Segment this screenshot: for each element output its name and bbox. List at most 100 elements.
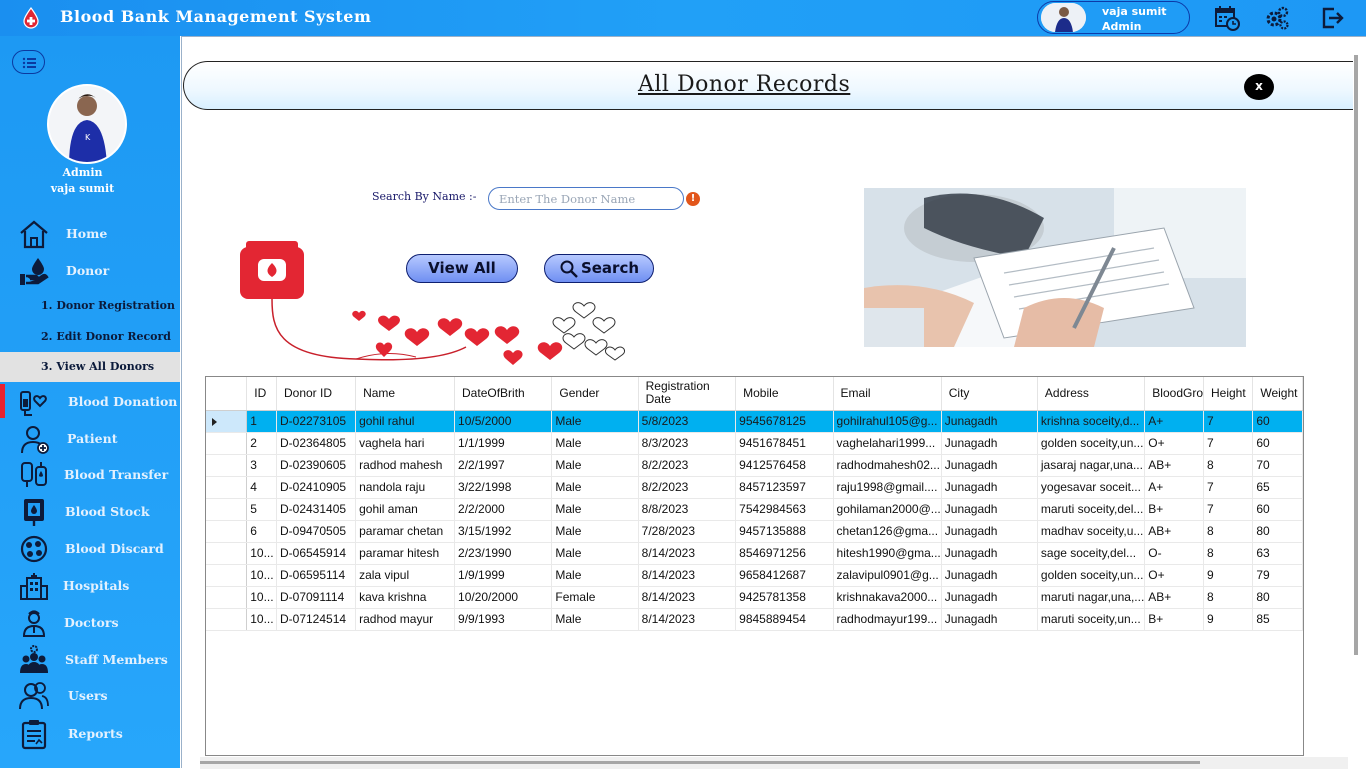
table-cell[interactable]: Junagadh [941,410,1038,433]
column-header[interactable]: Donor ID [276,377,357,411]
donor-name-search-input[interactable] [488,187,684,210]
table-row[interactable]: 10... D-06595114 zala vipul 1/9/1999 Male 8/1… [206,564,1303,587]
row-header[interactable] [206,608,248,631]
table-cell[interactable]: 9 [1203,608,1254,631]
donor-records-grid[interactable]: ID Donor ID Name DateOfBrith Gender Regi… [205,376,1304,756]
close-button[interactable]: x [1244,74,1274,100]
table-cell[interactable]: 65 [1252,476,1303,499]
table-cell[interactable]: 8/3/2023 [638,432,737,455]
table-cell[interactable]: 5/8/2023 [638,410,737,433]
table-cell[interactable]: 2/2/2000 [454,498,553,521]
sidebar-item-patient[interactable]: Patient [0,421,180,457]
table-cell[interactable]: D-02273105 [276,410,357,433]
table-row[interactable]: 2 D-02364805 vaghela hari 1/1/1999 Male 8/3/2… [206,432,1303,455]
logout-icon[interactable] [1320,5,1346,31]
table-cell[interactable]: D-06595114 [276,564,357,587]
table-cell[interactable]: Junagadh [941,608,1038,631]
table-cell[interactable]: nandola raju [355,476,456,499]
table-cell[interactable]: 80 [1252,586,1303,609]
table-cell[interactable]: 8/8/2023 [638,498,737,521]
table-cell[interactable]: Male [551,520,639,543]
row-header[interactable] [206,410,248,433]
table-cell[interactable]: Male [551,542,639,565]
table-cell[interactable]: Junagadh [941,432,1038,455]
settings-gears-icon[interactable] [1264,5,1290,31]
table-cell[interactable]: maruti nagar,una,... [1037,586,1146,609]
table-row[interactable]: 1 D-02273105 gohil rahul 10/5/2000 Male 5/8/2… [206,410,1303,433]
sidebar-item-donor[interactable]: Donor [0,253,180,289]
table-cell[interactable]: D-02431405 [276,498,357,521]
table-cell[interactable]: kava krishna [355,586,456,609]
table-cell[interactable]: 8 [1203,586,1254,609]
sidebar-item-reports[interactable]: Reports [0,716,180,752]
table-cell[interactable]: radhodmahesh02... [833,454,942,477]
table-cell[interactable]: 1 [246,410,277,433]
table-cell[interactable]: 2/23/1990 [454,542,553,565]
table-cell[interactable]: Junagadh [941,564,1038,587]
table-cell[interactable]: 9457135888 [735,520,834,543]
column-header[interactable]: DateOfBrith [454,377,553,411]
row-header[interactable] [206,520,248,543]
table-cell[interactable]: 8/2/2023 [638,476,737,499]
sidebar-item-blood-stock[interactable]: Blood Stock [0,494,180,530]
table-row[interactable]: 10... D-06545914 paramar hitesh 2/23/1990 Ma… [206,542,1303,565]
table-cell[interactable]: Junagadh [941,542,1038,565]
table-cell[interactable]: O+ [1144,432,1204,455]
table-cell[interactable]: 9845889454 [735,608,834,631]
table-cell[interactable]: 9658412687 [735,564,834,587]
table-cell[interactable]: 9451678451 [735,432,834,455]
table-cell[interactable]: 10... [246,564,277,587]
table-cell[interactable]: A+ [1144,410,1204,433]
table-cell[interactable]: 10... [246,586,277,609]
table-cell[interactable]: Male [551,410,639,433]
column-header[interactable]: Height [1203,377,1254,411]
sidebar-subitem-view-all-donors[interactable]: 3. View All Donors [0,352,180,382]
table-cell[interactable]: B+ [1144,498,1204,521]
column-header[interactable]: Gender [551,377,639,411]
table-cell[interactable]: radhod mahesh [355,454,456,477]
sidebar-item-blood-discard[interactable]: Blood Discard [0,531,180,567]
table-cell[interactable]: zala vipul [355,564,456,587]
table-cell[interactable]: golden soceity,un... [1037,564,1146,587]
table-cell[interactable]: 7 [1203,476,1254,499]
table-row[interactable]: 6 D-09470505 paramar chetan 3/15/1992 Male 7/… [206,520,1303,543]
table-cell[interactable]: 9412576458 [735,454,834,477]
table-cell[interactable]: Male [551,498,639,521]
table-row[interactable]: 10... D-07091114 kava krishna 10/20/2000 Fem… [206,586,1303,609]
table-cell[interactable]: AB+ [1144,454,1204,477]
table-cell[interactable]: 2 [246,432,277,455]
table-cell[interactable]: 9/9/1993 [454,608,553,631]
table-cell[interactable]: 7542984563 [735,498,834,521]
table-cell[interactable]: 3 [246,454,277,477]
table-cell[interactable]: O- [1144,542,1204,565]
table-cell[interactable]: D-06545914 [276,542,357,565]
table-cell[interactable]: 10... [246,608,277,631]
user-profile-pill[interactable]: vaja sumit Admin [1037,1,1190,34]
table-cell[interactable]: 7/28/2023 [638,520,737,543]
table-cell[interactable]: 10/20/2000 [454,586,553,609]
table-cell[interactable]: 1/1/1999 [454,432,553,455]
sidebar-item-staff-members[interactable]: Staff Members [0,642,180,678]
sidebar-item-blood-donation[interactable]: Blood Donation [0,384,180,420]
sidebar-subitem-donor-registration[interactable]: 1. Donor Registration [0,291,180,321]
table-cell[interactable]: gohilrahul105@g... [833,410,942,433]
table-cell[interactable]: 8 [1203,542,1254,565]
row-header[interactable] [206,476,248,499]
calendar-clock-icon[interactable] [1214,5,1240,31]
table-cell[interactable]: 7 [1203,498,1254,521]
table-cell[interactable]: krishnakava2000... [833,586,942,609]
table-cell[interactable]: zalavipul0901@g... [833,564,942,587]
table-cell[interactable]: 3/15/1992 [454,520,553,543]
table-cell[interactable]: 80 [1252,520,1303,543]
column-header[interactable]: ID [246,377,277,411]
sidebar-subitem-edit-donor-record[interactable]: 2. Edit Donor Record [0,322,180,352]
table-cell[interactable]: paramar hitesh [355,542,456,565]
table-cell[interactable]: Junagadh [941,586,1038,609]
table-cell[interactable]: Male [551,454,639,477]
table-cell[interactable]: 60 [1252,498,1303,521]
table-cell[interactable]: Junagadh [941,454,1038,477]
sidebar-item-home[interactable]: Home [0,216,180,252]
table-cell[interactable]: 6 [246,520,277,543]
column-header[interactable]: Registration Date [638,377,737,411]
table-row[interactable]: 4 D-02410905 nandola raju 3/22/1998 Male 8/2/… [206,476,1303,499]
